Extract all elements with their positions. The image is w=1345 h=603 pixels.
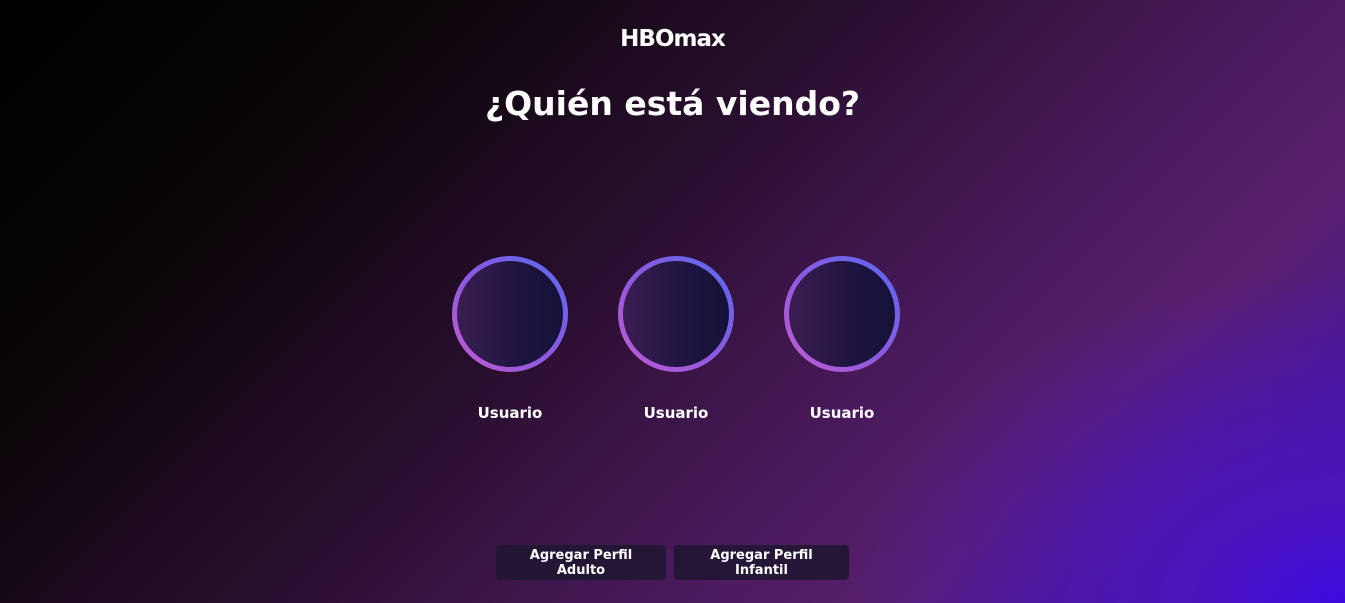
avatar-image — [623, 261, 729, 367]
profile-card-3[interactable]: Usuario — [784, 256, 900, 422]
avatar[interactable] — [452, 256, 568, 372]
profile-name: Usuario — [809, 404, 875, 422]
hbo-max-logo: HBOmax — [0, 26, 1345, 52]
add-kids-profile-button[interactable]: Agregar Perfil Infantil — [674, 545, 849, 580]
page-title: ¿Quién está viendo? — [484, 84, 861, 123]
add-adult-profile-button[interactable]: Agregar Perfil Adulto — [496, 545, 666, 580]
profile-card-2[interactable]: Usuario — [618, 256, 734, 422]
avatar[interactable] — [784, 256, 900, 372]
action-buttons: Agregar Perfil Adulto Agregar Perfil Inf… — [0, 545, 1345, 580]
avatar-image — [457, 261, 563, 367]
profile-name: Usuario — [643, 404, 709, 422]
avatar-image — [789, 261, 895, 367]
logo-text: HBOmax — [620, 26, 726, 52]
profile-card-1[interactable]: Usuario — [452, 256, 568, 422]
avatar[interactable] — [618, 256, 734, 372]
profile-name: Usuario — [477, 404, 543, 422]
profile-list: Usuario Usuario Usuario — [452, 256, 900, 422]
